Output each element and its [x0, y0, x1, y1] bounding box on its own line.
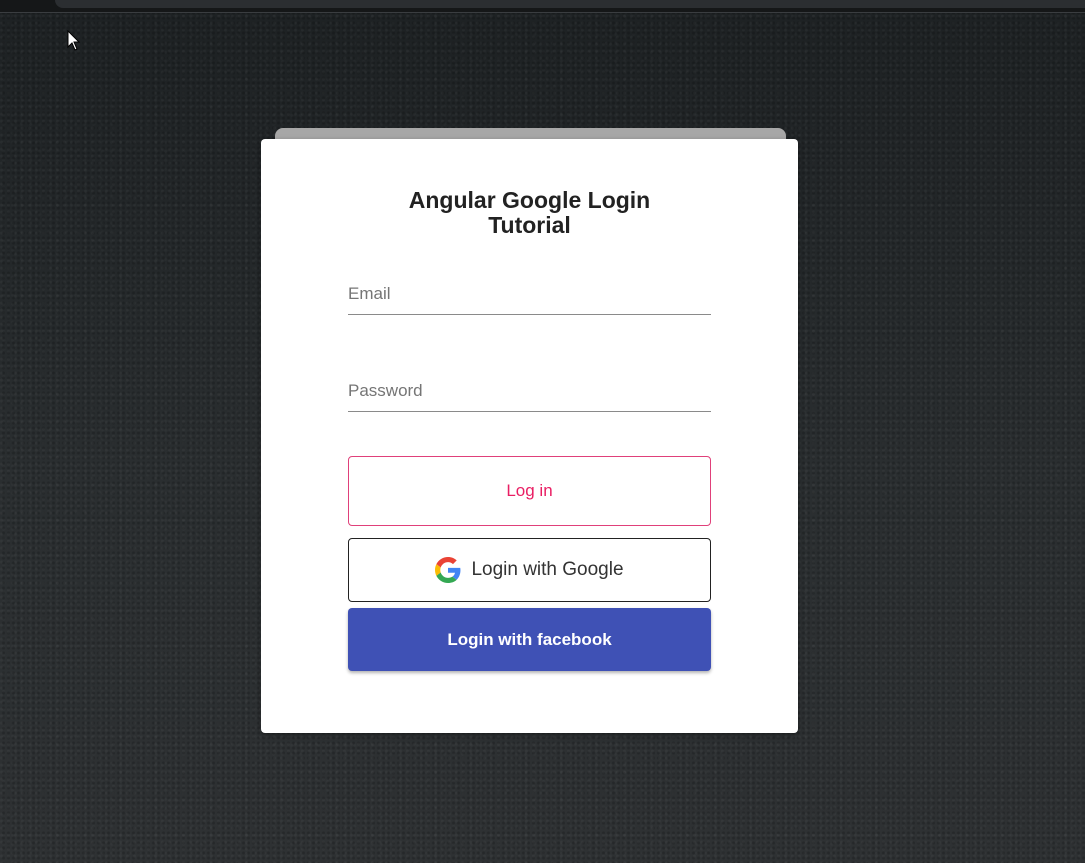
email-field-wrapper — [348, 263, 711, 317]
login-button[interactable]: Log in — [348, 456, 711, 526]
mouse-pointer-icon — [67, 30, 81, 51]
google-button-label: Login with Google — [471, 559, 624, 580]
title-line-1: Angular Google Login — [408, 187, 651, 213]
login-card: Angular Google Login Tutorial Log in Log… — [261, 139, 798, 733]
browser-top-strip — [0, 0, 1085, 13]
browser-tab-bar — [55, 0, 1085, 8]
facebook-button-label: Login with facebook — [447, 629, 612, 649]
title-line-2: Tutorial — [488, 212, 571, 238]
password-field[interactable] — [348, 360, 711, 412]
facebook-login-button[interactable]: Login with facebook — [348, 608, 711, 671]
google-login-button[interactable]: Login with Google — [348, 538, 711, 602]
page-title: Angular Google Login Tutorial — [261, 188, 798, 238]
google-icon — [435, 557, 461, 583]
password-field-wrapper — [348, 360, 711, 414]
login-button-label: Log in — [506, 481, 553, 500]
email-field[interactable] — [348, 263, 711, 315]
